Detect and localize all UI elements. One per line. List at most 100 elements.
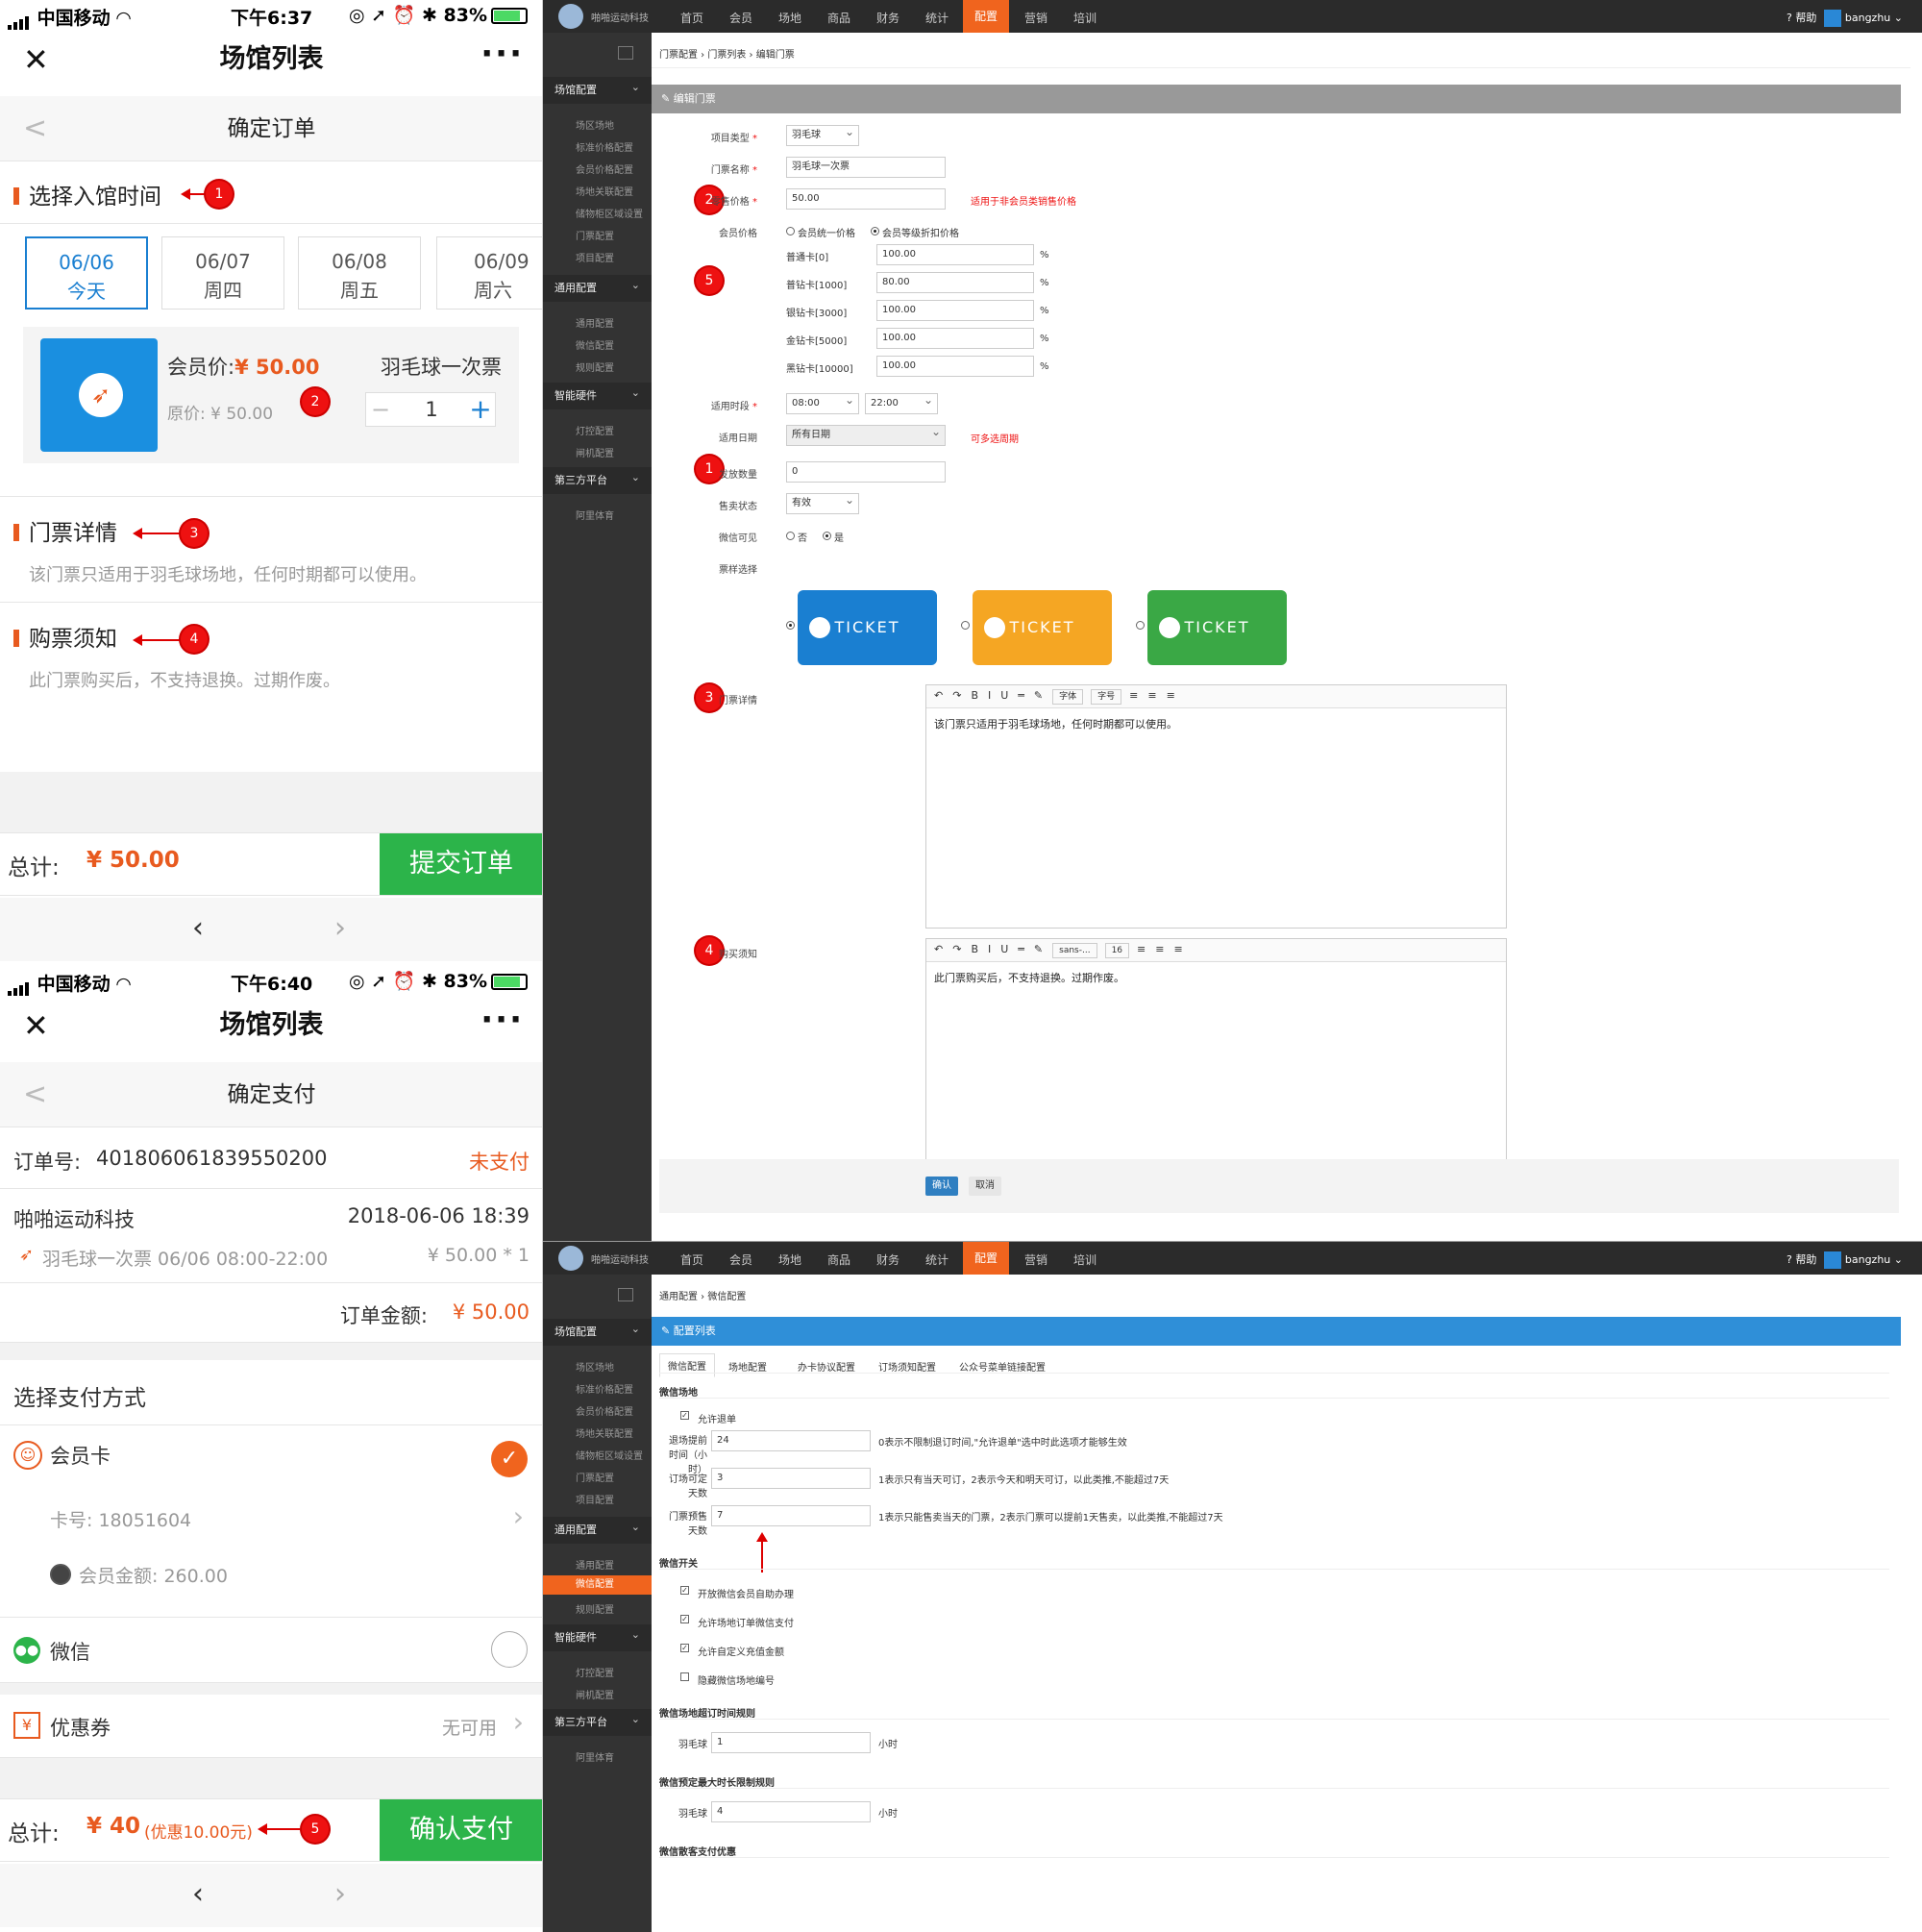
allow-refund-checkbox[interactable]: ✓ <box>680 1411 689 1420</box>
chevron-right-icon[interactable]: › <box>513 1706 524 1738</box>
user-avatar[interactable] <box>1823 10 1841 27</box>
sidebar-group-hardware[interactable]: 智能硬件 <box>543 1622 652 1651</box>
align-right-icon[interactable]: ≡ <box>1173 943 1182 955</box>
switch-checkbox[interactable]: ✓ <box>680 1586 689 1595</box>
more-icon[interactable]: ··· <box>480 25 524 83</box>
sidebar-item[interactable]: 储物柜区域设置 <box>576 1448 643 1462</box>
sidebar-item[interactable]: 灯控配置 <box>576 423 614 437</box>
tab-card-agreement[interactable]: 办卡协议配置 <box>798 1359 855 1374</box>
sidebar-item[interactable]: 项目配置 <box>576 250 614 264</box>
italic-icon[interactable]: I <box>988 689 991 702</box>
coupon-row[interactable]: ¥ 优惠券 无可用 › <box>0 1695 543 1758</box>
nav-menu-home[interactable]: 首页 <box>680 1251 703 1268</box>
sidebar-group-hardware[interactable]: 智能硬件 <box>543 380 652 409</box>
brush-icon[interactable]: ✎ <box>1034 943 1043 955</box>
undo-icon[interactable]: ↶ <box>934 689 943 702</box>
nav-menu-stats[interactable]: 统计 <box>925 1251 949 1268</box>
sidebar-item[interactable]: 场区场地 <box>576 1359 614 1374</box>
sidebar-item[interactable]: 标准价格配置 <box>576 139 633 154</box>
redo-icon[interactable]: ↷ <box>952 689 961 702</box>
notice-editor-content[interactable]: 此门票购买后，不支持退换。过期作废。 <box>926 962 1506 993</box>
user-menu[interactable]: bangzhu <box>1845 12 1890 24</box>
sidebar-item[interactable]: 会员价格配置 <box>576 161 633 176</box>
underline-icon[interactable]: U <box>1000 689 1008 702</box>
strike-icon[interactable]: ═ <box>1018 689 1024 702</box>
sidebar-item[interactable]: 场区场地 <box>576 117 614 132</box>
sidebar-item[interactable]: 门票配置 <box>576 228 614 242</box>
ticket-style-blue[interactable]: TICKET <box>798 590 937 665</box>
back-arrow-icon[interactable]: ‹ <box>192 911 204 945</box>
nav-menu-stats[interactable]: 统计 <box>925 10 949 26</box>
wechat-visible-radio[interactable] <box>823 532 831 540</box>
back-icon[interactable]: < <box>23 96 47 161</box>
period-to-select[interactable]: 22:00 <box>865 390 938 414</box>
sale-status-select[interactable]: 有效 <box>786 490 859 514</box>
selected-check-icon[interactable]: ✓ <box>491 1441 528 1477</box>
align-center-icon[interactable]: ≡ <box>1147 689 1156 702</box>
nav-menu-training[interactable]: 培训 <box>1073 10 1097 26</box>
nav-menu-member[interactable]: 会员 <box>729 10 752 26</box>
back-icon[interactable]: < <box>23 1062 47 1127</box>
sidebar-item-active[interactable]: 微信配置 <box>543 1575 652 1595</box>
sidebar-item[interactable]: 门票配置 <box>576 1470 614 1484</box>
confirm-button[interactable]: 确认 <box>925 1177 958 1196</box>
nav-menu-venue[interactable]: 场地 <box>778 10 801 26</box>
font-select[interactable]: sans-... <box>1052 943 1097 958</box>
ticket-style-green[interactable]: TICKET <box>1147 590 1287 665</box>
confirm-payment-button[interactable]: 确认支付 <box>380 1799 543 1861</box>
level-discount-input[interactable]: 100.00 <box>876 300 1034 321</box>
count-input[interactable]: 0 <box>786 461 946 483</box>
size-select[interactable]: 字号 <box>1091 689 1122 705</box>
help-link[interactable]: 帮助 <box>1795 1253 1816 1266</box>
level-discount-input[interactable]: 100.00 <box>876 328 1034 349</box>
plus-button[interactable]: + <box>466 393 495 426</box>
sidebar-toggle-icon[interactable] <box>618 46 633 60</box>
sidebar-toggle-icon[interactable] <box>618 1288 633 1301</box>
nav-menu-goods[interactable]: 商品 <box>827 10 850 26</box>
max-duration-input[interactable]: 4 <box>711 1801 871 1822</box>
book-days-input[interactable]: 3 <box>711 1468 871 1489</box>
nav-menu-finance[interactable]: 财务 <box>876 10 899 26</box>
date-option-0609[interactable]: 06/09 周六 <box>436 236 543 310</box>
help-link[interactable]: 帮助 <box>1795 12 1816 24</box>
cancel-button[interactable]: 取消 <box>969 1177 1001 1196</box>
date-option-0608[interactable]: 06/08 周五 <box>298 236 421 310</box>
tab-menu-links[interactable]: 公众号菜单链接配置 <box>959 1359 1046 1374</box>
quantity-stepper[interactable]: − 1 + <box>365 392 496 427</box>
date-option-0606[interactable]: 06/06 今天 <box>25 236 148 310</box>
ticket-style-radio-orange[interactable] <box>961 621 970 630</box>
italic-icon[interactable]: I <box>988 943 991 955</box>
sidebar-item[interactable]: 场地关联配置 <box>576 1425 633 1440</box>
nav-menu-venue[interactable]: 场地 <box>778 1251 801 1268</box>
sidebar-group-venue[interactable]: 场馆配置 <box>543 1316 652 1346</box>
nav-menu-marketing[interactable]: 营销 <box>1024 10 1047 26</box>
font-select[interactable]: 字体 <box>1052 689 1084 705</box>
sidebar-group-thirdparty[interactable]: 第三方平台 <box>543 1706 652 1736</box>
nav-menu-finance[interactable]: 财务 <box>876 1251 899 1268</box>
user-menu[interactable]: bangzhu <box>1845 1253 1890 1266</box>
tab-wechat[interactable]: 微信配置 <box>659 1353 715 1377</box>
user-avatar[interactable] <box>1823 1251 1841 1269</box>
presale-days-input[interactable]: 7 <box>711 1505 871 1526</box>
member-card-option[interactable]: ☺ 会员卡 ✓ 卡号: 18051604 › 会员金额: 260.00 <box>0 1425 543 1618</box>
radio-selected-icon[interactable] <box>50 1564 71 1585</box>
sidebar-group-venue[interactable]: 场馆配置 <box>543 74 652 104</box>
ticket-style-radio-blue[interactable] <box>786 621 795 630</box>
help-icon[interactable]: ? <box>1786 1253 1792 1266</box>
date-option-0607[interactable]: 06/07 周四 <box>161 236 284 310</box>
ticket-style-orange[interactable]: TICKET <box>973 590 1112 665</box>
sidebar-item[interactable]: 闸机配置 <box>576 445 614 459</box>
sidebar-item[interactable]: 通用配置 <box>576 1557 614 1572</box>
wechat-pay-option[interactable]: ●● 微信 <box>0 1618 543 1683</box>
align-left-icon[interactable]: ≡ <box>1137 943 1146 955</box>
align-center-icon[interactable]: ≡ <box>1155 943 1164 955</box>
help-icon[interactable]: ? <box>1786 12 1792 24</box>
retail-price-input[interactable]: 50.00 <box>786 188 946 210</box>
ticket-style-radio-green[interactable] <box>1136 621 1145 630</box>
forward-arrow-icon[interactable]: › <box>334 1877 346 1911</box>
nav-menu-home[interactable]: 首页 <box>680 10 703 26</box>
detail-editor[interactable]: ↶ ↷ B I U ═ ✎ 字体 字号 ≡ ≡ ≡ 该门票只适用于羽毛球场地，任何时期都可以使用。 <box>925 684 1507 929</box>
level-discount-input[interactable]: 80.00 <box>876 272 1034 293</box>
nav-menu-config[interactable]: 配置 <box>963 0 1010 33</box>
sidebar-item[interactable]: 灯控配置 <box>576 1665 614 1679</box>
